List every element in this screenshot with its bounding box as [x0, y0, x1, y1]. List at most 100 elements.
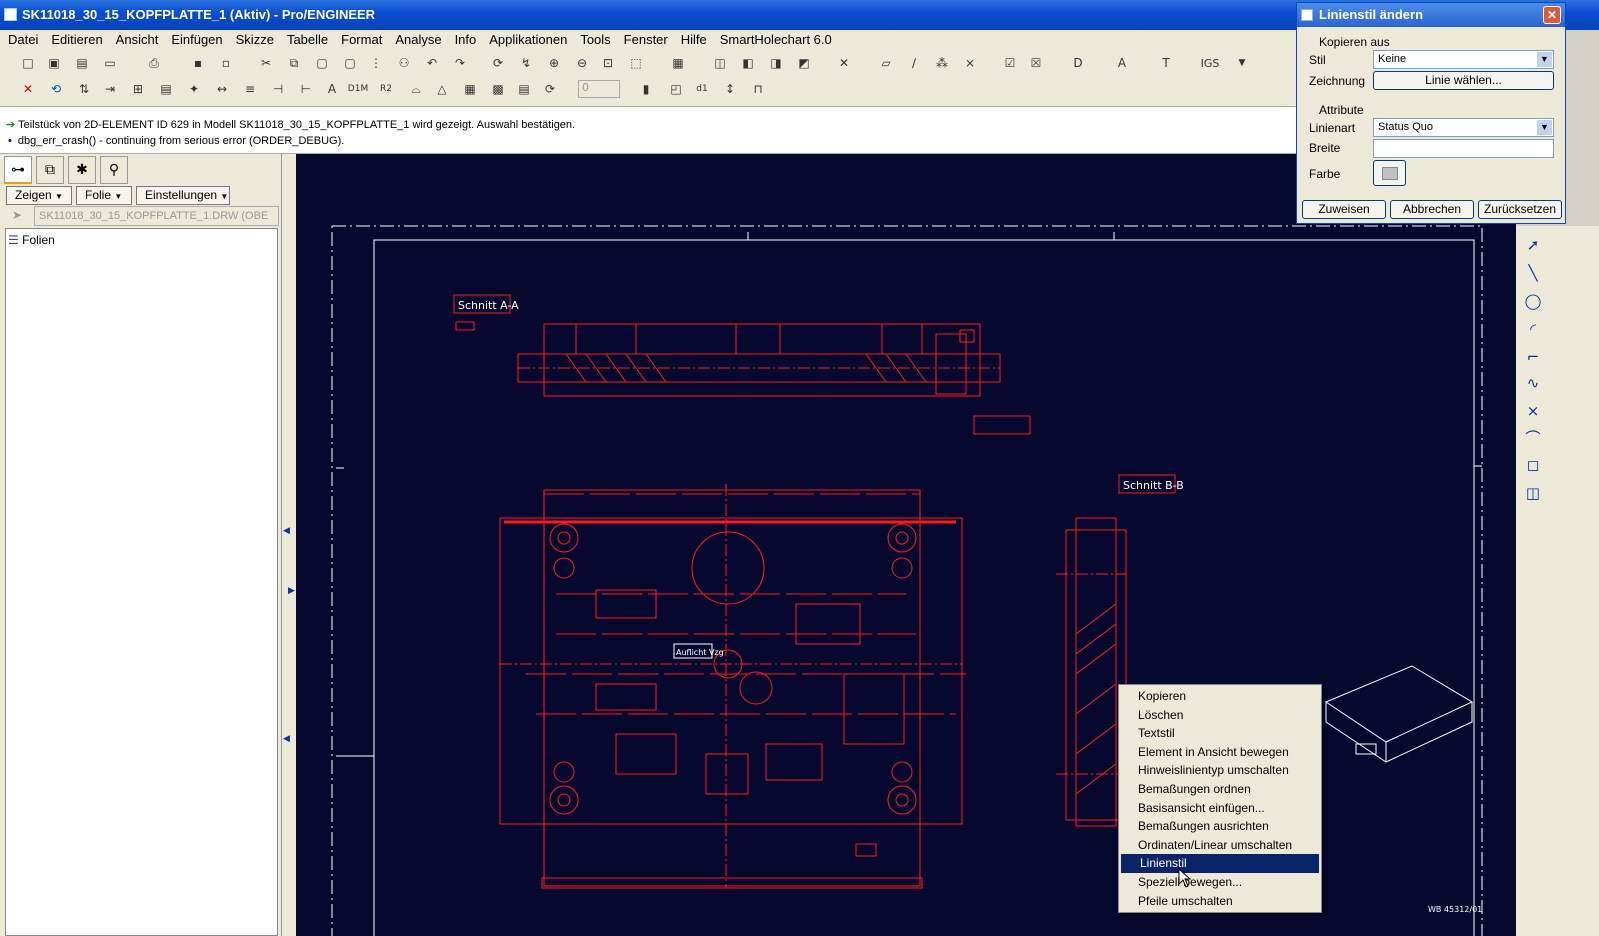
copy-icon[interactable]: ⧉ — [284, 53, 304, 73]
print-icon[interactable]: ⎙ — [144, 53, 164, 73]
menu-editieren[interactable]: Editieren — [43, 30, 107, 50]
menu-format[interactable]: Format — [333, 30, 387, 50]
menu-item-linienstil[interactable]: Linienstil — [1121, 854, 1319, 873]
close-icon[interactable]: ✕ — [1543, 6, 1561, 24]
delete-icon[interactable]: ✕ — [18, 79, 38, 99]
line-icon[interactable]: ╲ — [1522, 262, 1544, 284]
open-icon[interactable]: ▭ — [100, 53, 120, 73]
save-all-icon[interactable]: ▫ — [216, 53, 236, 73]
menu-tools[interactable]: Tools — [572, 30, 615, 50]
fillet-icon[interactable]: ⌐ — [1522, 346, 1544, 368]
cancel-button[interactable]: Abbrechen — [1390, 200, 1474, 219]
baseline-icon[interactable]: ⊢ — [296, 79, 316, 99]
insert-view-icon[interactable]: ⇥ — [100, 79, 120, 99]
menu-fenster[interactable]: Fenster — [616, 30, 673, 50]
paste-special-icon[interactable]: ▢ — [340, 53, 360, 73]
view-icon[interactable]: ⬚ — [626, 53, 646, 73]
menu-tabelle[interactable]: Tabelle — [279, 30, 333, 50]
orient-icon[interactable]: ↯ — [516, 53, 536, 73]
menu-item-pfeile[interactable]: Pfeile umschalten — [1119, 892, 1321, 911]
detail-label[interactable]: Auflicht Vzg — [673, 643, 724, 659]
annotation-icon[interactable]: A — [1112, 53, 1132, 73]
no-hidden-icon[interactable]: ◨ — [766, 53, 786, 73]
lock-view-icon[interactable]: ⊞ — [128, 79, 148, 99]
symbol-icon[interactable]: △ — [432, 79, 452, 99]
menu-item-textstil[interactable]: Textstil — [1119, 724, 1321, 743]
reset-button[interactable]: Zurücksetzen — [1478, 200, 1562, 219]
spline-icon[interactable]: ∿ — [1522, 372, 1544, 394]
expand-right-icon[interactable]: ▶ — [288, 586, 295, 596]
ordinate-icon[interactable]: ≡ — [240, 79, 260, 99]
round-icon[interactable]: R2 — [376, 79, 396, 99]
menu-applikationen[interactable]: Applikationen — [481, 30, 572, 50]
drawing-canvas[interactable]: Schnitt A-A Schnitt B-B Auflicht Vzg WB … — [296, 154, 1516, 936]
folder-icon[interactable]: ▤ — [72, 53, 92, 73]
stil-select[interactable]: Keine ▼ — [1373, 50, 1554, 69]
chamfer-icon[interactable]: ⌒ — [1522, 426, 1544, 448]
menu-einfuegen[interactable]: Einfügen — [163, 30, 227, 50]
section-b-label[interactable]: Schnitt B-B — [1118, 474, 1184, 494]
axis-icon[interactable]: ∕ — [904, 53, 924, 73]
zoom-fit-icon[interactable]: ⊡ — [598, 53, 618, 73]
menu-datei[interactable]: Datei — [0, 30, 43, 50]
floppy-icon[interactable]: ▪ — [188, 53, 208, 73]
menu-item-ordinaten[interactable]: Ordinaten/Linear umschalten — [1119, 836, 1321, 855]
hidden-line-icon[interactable]: ◧ — [738, 53, 758, 73]
folder-browser-tab[interactable]: ⧉ — [36, 156, 64, 184]
move-icon[interactable]: ⇅ — [74, 79, 94, 99]
menu-item-speziell-bewegen[interactable]: Speziell bewegen... — [1119, 873, 1321, 892]
select-arrow-icon[interactable]: ➚ — [1522, 234, 1544, 256]
format-icon[interactable]: ⊓ — [748, 79, 768, 99]
mirror-icon[interactable]: ◫ — [1522, 482, 1544, 504]
menu-item-element-bewegen[interactable]: Element in Ansicht bewegen — [1119, 743, 1321, 762]
dim-value-icon[interactable]: D1M — [348, 79, 368, 99]
new-file-icon[interactable]: □ — [18, 53, 38, 73]
menu-skizze[interactable]: Skizze — [228, 30, 279, 50]
note-icon[interactable]: A — [322, 79, 342, 99]
window-close-icon[interactable]: ☒ — [1026, 53, 1046, 73]
collapse-left-icon[interactable]: ◀ — [283, 526, 290, 536]
datum-display-icon[interactable]: ▦ — [668, 53, 688, 73]
menu-item-hinweislinie[interactable]: Hinweislinientyp umschalten — [1119, 761, 1321, 780]
menu-item-loeschen[interactable]: Löschen — [1119, 706, 1321, 725]
breite-input[interactable] — [1373, 139, 1554, 158]
show-annotations-icon[interactable]: ✦ — [184, 79, 204, 99]
undo-icon[interactable]: ↶ — [422, 53, 442, 73]
dimension-icon[interactable]: D — [1068, 53, 1088, 73]
regenerate-icon[interactable]: ⟲ — [46, 79, 66, 99]
zoom-in-icon[interactable]: ⊕ — [544, 53, 564, 73]
model-tree-tab[interactable]: ⊶ — [4, 156, 32, 184]
table-icon[interactable]: ▤ — [156, 79, 176, 99]
section-a-label[interactable]: Schnitt A-A — [453, 294, 519, 314]
menu-hilfe[interactable]: Hilfe — [673, 30, 712, 50]
layer-icon[interactable]: ◰ — [666, 79, 686, 99]
arc-icon[interactable]: ◜ — [1522, 318, 1544, 340]
table-rows-icon[interactable]: ▤ — [514, 79, 534, 99]
drawing-sheet[interactable]: Schnitt A-A Schnitt B-B Auflicht Vzg WB … — [296, 154, 1516, 936]
shading-icon[interactable]: ◩ — [794, 53, 814, 73]
grid-table-icon[interactable]: ▦ — [460, 79, 480, 99]
zeigen-button[interactable]: Zeigen ▼ — [6, 186, 72, 205]
menu-item-bemassungen-ordnen[interactable]: Bemaßungen ordnen — [1119, 780, 1321, 799]
panel-splitter[interactable]: ◀ ▶ ◀ — [282, 154, 296, 936]
tree-icon[interactable]: ⋮ — [366, 53, 386, 73]
csys-icon[interactable]: ⨯ — [960, 53, 980, 73]
point-icon[interactable]: ⁂ — [932, 53, 952, 73]
redo-icon[interactable]: ↷ — [450, 53, 470, 73]
tab-icon[interactable]: ▩ — [488, 79, 508, 99]
linienart-select[interactable]: Status Quo ▼ — [1373, 118, 1554, 137]
connections-tab[interactable]: ⚲ — [100, 156, 128, 184]
tiff-icon[interactable]: T — [1156, 53, 1176, 73]
einstellungen-button[interactable]: Einstellungen ▼ — [136, 186, 230, 205]
model-select[interactable]: SK11018_30_15_KOPFPLATTE_1.DRW (OBE — [34, 206, 279, 226]
paste-icon[interactable]: ▢ — [312, 53, 332, 73]
menu-smartholechart[interactable]: SmartHolechart 6.0 — [712, 30, 837, 50]
assign-button[interactable]: Zuweisen — [1302, 200, 1386, 219]
menu-info[interactable]: Info — [447, 30, 482, 50]
repaint-icon[interactable]: ⟳ — [488, 53, 508, 73]
select-filter-icon[interactable]: ✕ — [834, 53, 854, 73]
point-icon[interactable]: × — [1522, 400, 1544, 422]
collapse-left-icon[interactable]: ◀ — [283, 734, 290, 744]
plane-icon[interactable]: ▱ — [876, 53, 896, 73]
tree-item-folien[interactable]: ☰ Folien — [6, 229, 277, 247]
